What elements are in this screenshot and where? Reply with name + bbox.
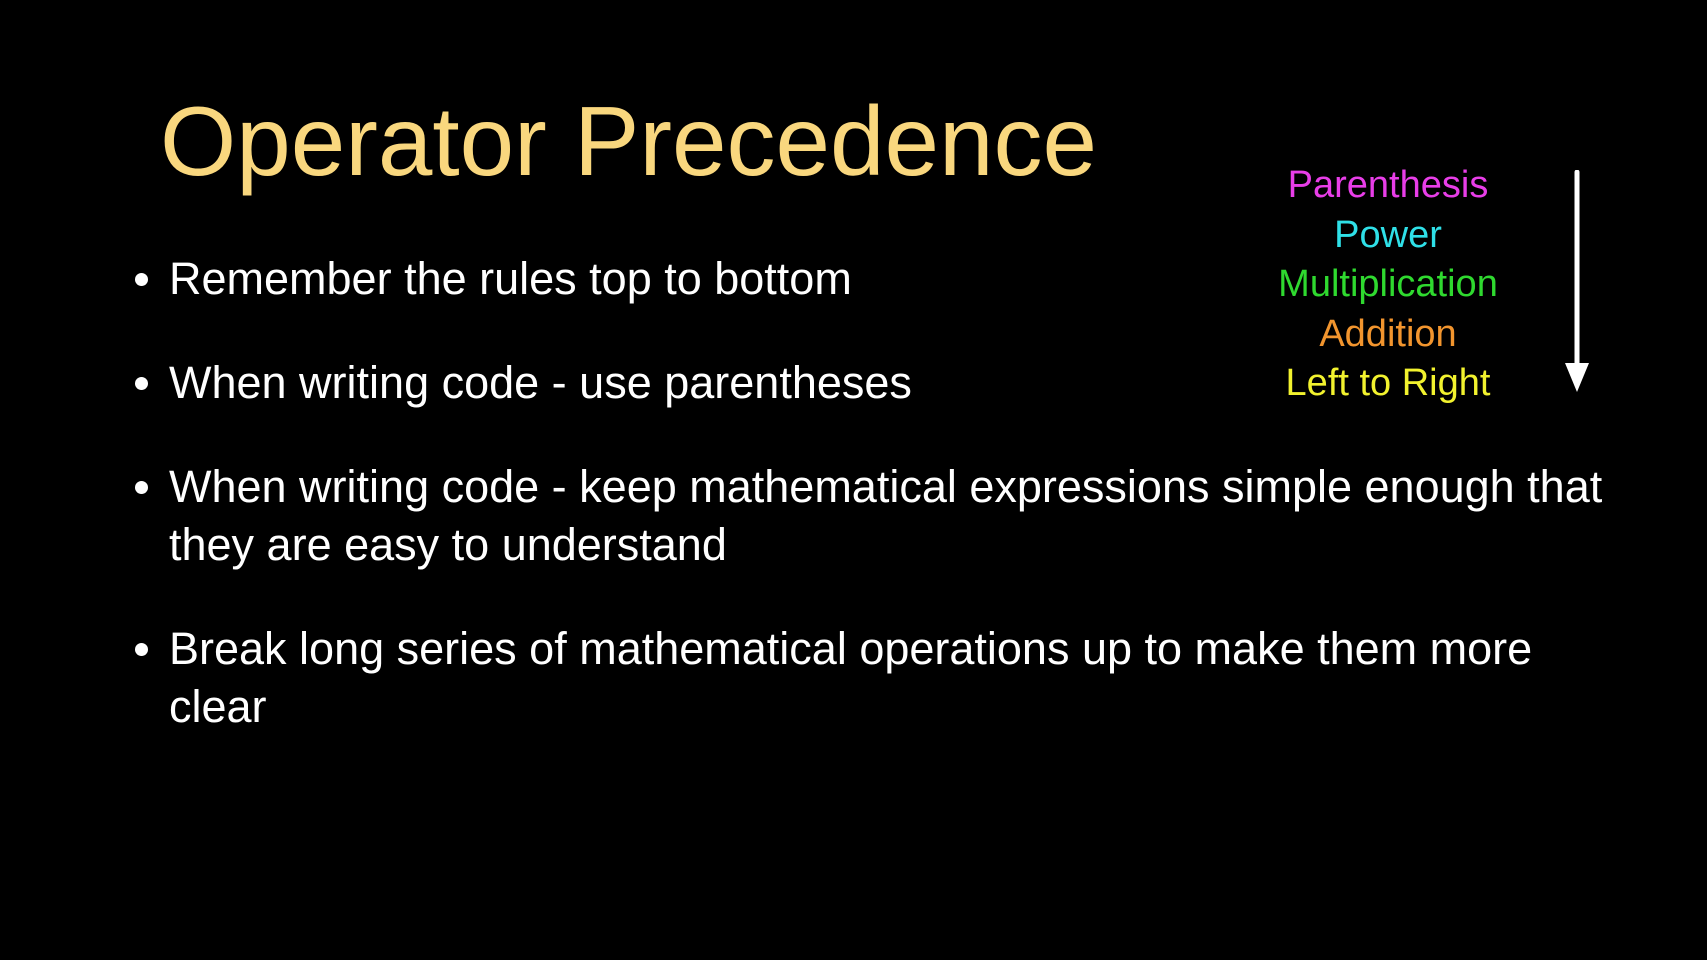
precedence-item-addition: Addition — [1319, 312, 1457, 355]
slide: Operator Precedence Remember the rules t… — [0, 0, 1707, 960]
arrow-down-icon — [1565, 170, 1589, 392]
bullet-item: Break long series of mathematical operat… — [130, 620, 1630, 736]
slide-title: Operator Precedence — [160, 86, 1097, 196]
bullet-item: When writing code - keep mathematical ex… — [130, 458, 1630, 574]
precedence-item-power: Power — [1334, 213, 1442, 256]
precedence-item-left-to-right: Left to Right — [1285, 362, 1491, 404]
bullet-text: Remember the rules top to bottom — [169, 253, 852, 304]
bullet-text: When writing code - use parentheses — [169, 357, 912, 408]
bullet-dot-icon — [135, 481, 148, 494]
bullet-dot-icon — [135, 643, 148, 656]
bullet-dot-icon — [135, 377, 148, 390]
bullet-text: Break long series of mathematical operat… — [169, 623, 1533, 732]
bullet-text: When writing code - keep mathematical ex… — [169, 461, 1603, 570]
bullet-dot-icon — [135, 273, 148, 286]
precedence-item-parenthesis: Parenthesis — [1287, 164, 1489, 206]
precedence-item-multiplication: Multiplication — [1278, 263, 1498, 305]
precedence-order-list: Parenthesis Power Multiplication Additio… — [1238, 161, 1538, 409]
